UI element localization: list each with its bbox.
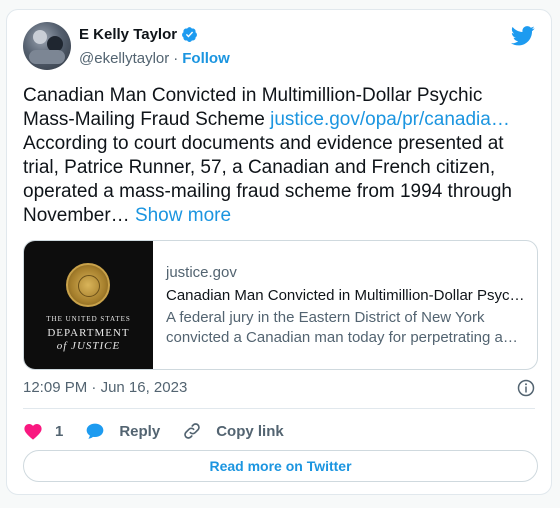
link-card-title: Canadian Man Convicted in Multimillion-D… (166, 287, 525, 304)
follow-button[interactable]: Follow (182, 50, 230, 67)
tweet-text: Canadian Man Convicted in Multimillion-D… (23, 84, 539, 228)
author-name[interactable]: E Kelly Taylor (79, 26, 177, 43)
show-more-link[interactable]: Show more (135, 205, 231, 226)
doj-seal-icon (66, 263, 110, 307)
timestamp[interactable]: 12:09 PM · Jun 16, 2023 (23, 379, 187, 396)
heart-icon (24, 424, 42, 440)
handle-row: @ekellytaylor · Follow (79, 50, 230, 67)
link-card-body: justice.gov Canadian Man Convicted in Mu… (153, 241, 537, 369)
doj-thumbnail: THE UNITED STATES DEPARTMENT of JUSTICE (24, 241, 153, 369)
like-button[interactable]: 1 (23, 422, 63, 440)
tweet-time: 12:09 PM (23, 379, 88, 396)
read-more-button[interactable]: Read more on Twitter (23, 450, 538, 482)
link-chain-icon (184, 423, 200, 439)
like-count: 1 (55, 422, 64, 440)
tweet-card: E Kelly Taylor @ekellytaylor · Follow Ca… (6, 9, 552, 495)
copy-link-button[interactable]: Copy link (182, 421, 284, 441)
handle-separator: · (173, 50, 179, 67)
reply-button[interactable]: Reply (85, 422, 160, 440)
reply-label: Reply (119, 422, 161, 440)
copy-link-label: Copy link (216, 422, 284, 440)
tweet-link[interactable]: justice.gov/opa/pr/canadia… (270, 109, 510, 130)
doj-thumb-line2: DEPARTMENT (47, 327, 130, 339)
author-name-row: E Kelly Taylor (79, 26, 198, 43)
doj-thumb-line3: of JUSTICE (56, 340, 121, 352)
verified-badge-icon (182, 27, 198, 42)
avatar[interactable] (23, 22, 71, 70)
link-preview-card[interactable]: THE UNITED STATES DEPARTMENT of JUSTICE … (23, 240, 538, 370)
doj-thumb-line1: THE UNITED STATES (46, 315, 131, 323)
author-handle[interactable]: @ekellytaylor (79, 50, 169, 67)
link-card-description: A federal jury in the Eastern District o… (166, 309, 503, 346)
action-bar: 1 Reply Copy link (23, 420, 306, 442)
twitter-bird-icon[interactable] (511, 26, 535, 46)
tweet-text-rest: According to court documents and evidenc… (23, 133, 512, 226)
timestamp-separator: · (91, 379, 97, 396)
divider (23, 408, 535, 409)
tweet-date: Jun 16, 2023 (100, 379, 188, 396)
info-icon[interactable] (517, 379, 535, 397)
reply-bubble-icon (86, 423, 104, 439)
link-card-domain: justice.gov (166, 264, 237, 281)
